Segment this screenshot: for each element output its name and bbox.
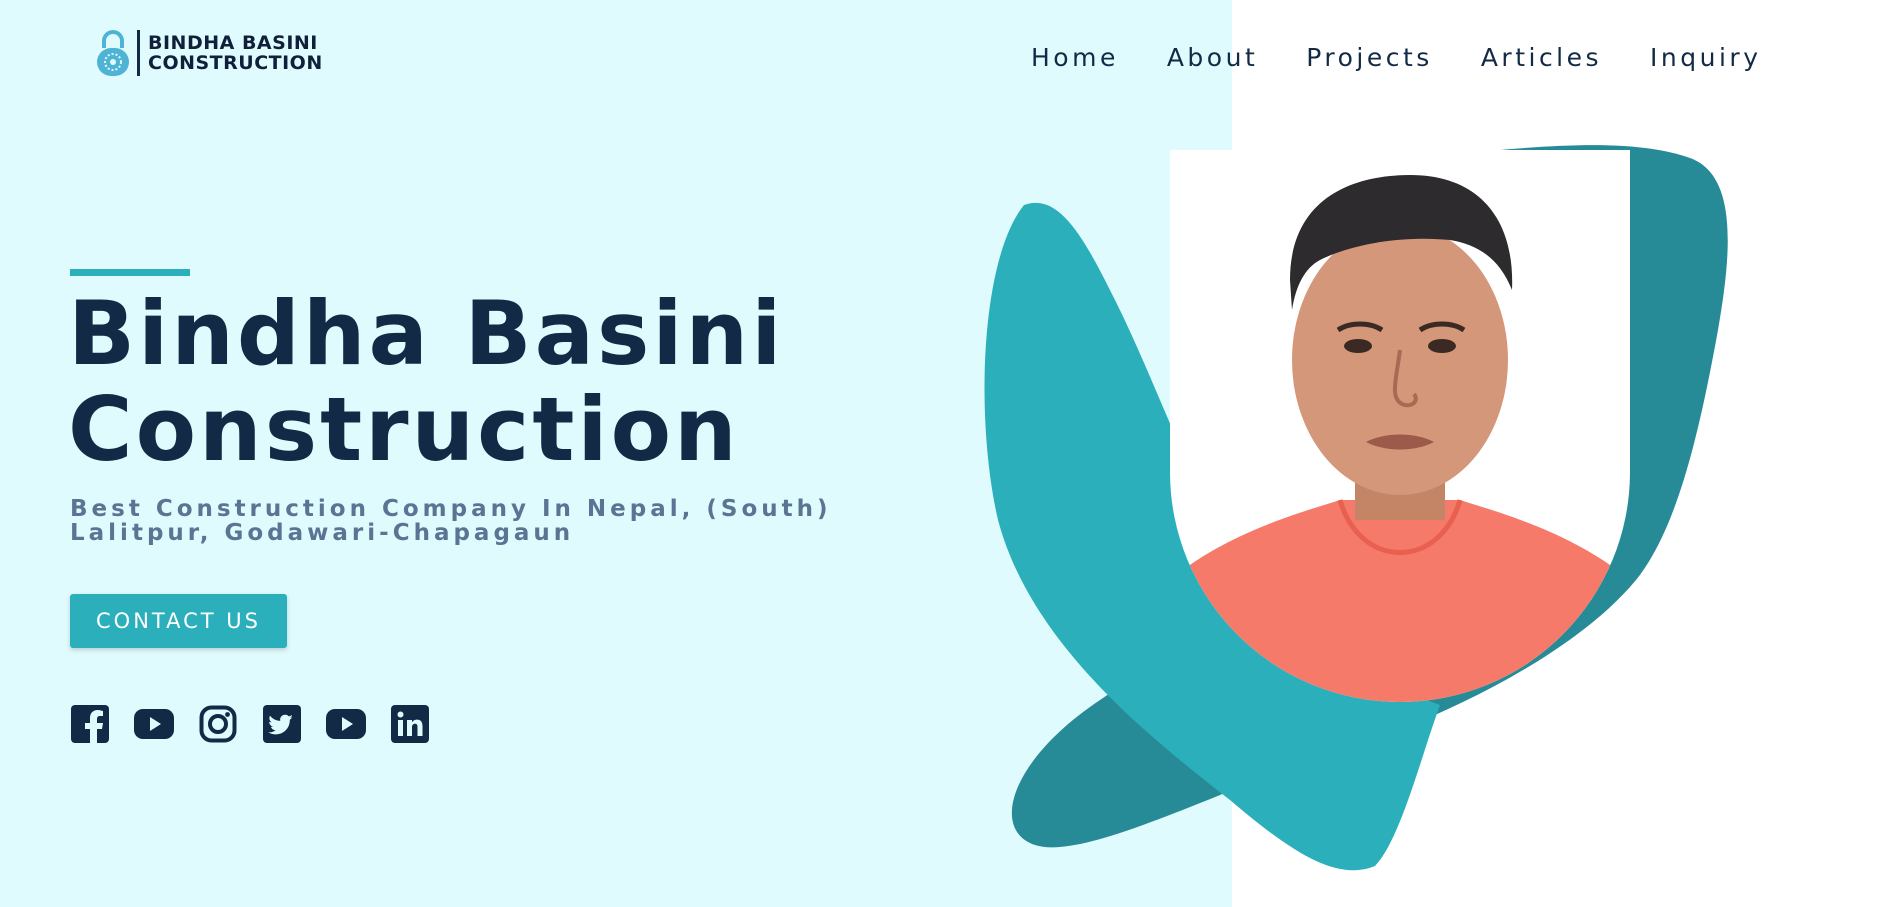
person-photo [1170,150,1630,702]
portrait-illustration [1170,150,1630,702]
